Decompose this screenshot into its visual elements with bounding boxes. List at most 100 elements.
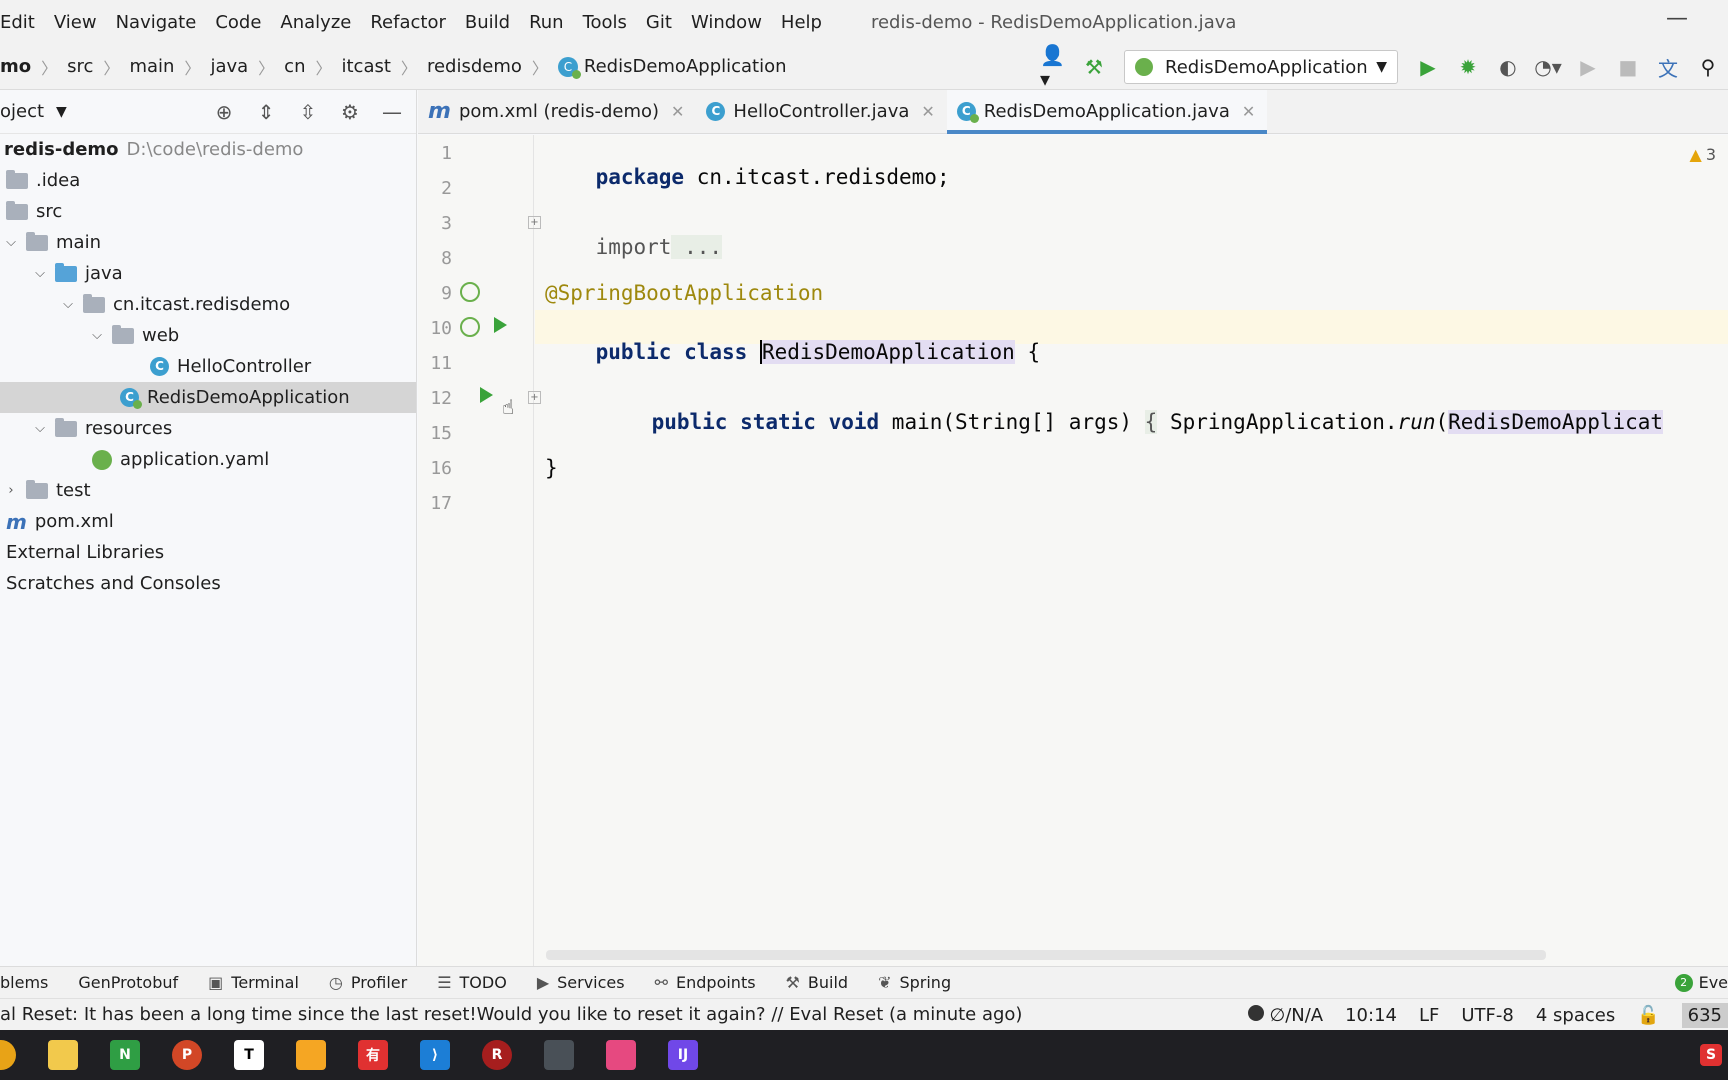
vscode-icon[interactable]: ⟩: [420, 1040, 450, 1070]
tool-endpoints[interactable]: ⚯ Endpoints: [655, 973, 756, 992]
tool-services[interactable]: ▶ Services: [537, 973, 625, 992]
folded-imports[interactable]: ...: [671, 235, 723, 259]
tab-hellocontroller[interactable]: C HelloController.java ✕: [696, 90, 946, 133]
inspection-widget[interactable]: ▲ 3: [1690, 145, 1717, 164]
debug-icon[interactable]: ✹: [1454, 53, 1482, 81]
tree-item-package[interactable]: ⌵ cn.itcast.redisdemo: [0, 289, 416, 320]
tab-redisdemoapplication[interactable]: C RedisDemoApplication.java ✕: [946, 90, 1268, 134]
caret-down-icon[interactable]: ▼: [56, 104, 67, 120]
translate-icon[interactable]: 文: [1654, 53, 1682, 81]
chevron-down-icon[interactable]: ⌵: [4, 235, 18, 250]
breadcrumb-project[interactable]: mo: [0, 56, 31, 77]
stop-icon[interactable]: ■: [1614, 53, 1642, 81]
tool-problems[interactable]: blems: [0, 973, 48, 992]
tree-item-src[interactable]: src: [0, 196, 416, 227]
expand-all-icon[interactable]: ⇕: [252, 98, 280, 126]
youdao-icon[interactable]: 有: [358, 1040, 388, 1070]
tree-item-web[interactable]: ⌵ web: [0, 320, 416, 351]
minimize-icon[interactable]: —: [1666, 6, 1688, 31]
gear-icon[interactable]: ⚙: [336, 98, 364, 126]
status-message[interactable]: al Reset: It has been a long time since …: [0, 1004, 1022, 1025]
locate-icon[interactable]: ⊕: [210, 98, 238, 126]
coverage-icon[interactable]: ◐: [1494, 53, 1522, 81]
run-icon[interactable]: ▶: [1414, 53, 1442, 81]
menu-analyze[interactable]: Analyze: [280, 12, 360, 33]
run-disabled-icon[interactable]: ▶: [1574, 53, 1602, 81]
tree-root[interactable]: redis-demo D:\code\redis-demo: [0, 134, 416, 165]
redis-desktop-icon[interactable]: R: [482, 1040, 512, 1070]
search-icon[interactable]: ⚲: [1694, 53, 1722, 81]
notepad-icon[interactable]: N: [110, 1040, 140, 1070]
horizontal-scrollbar[interactable]: [546, 950, 1546, 960]
run-configuration-select[interactable]: RedisDemoApplication ▼: [1124, 50, 1398, 84]
menu-tools[interactable]: Tools: [583, 12, 636, 33]
menu-run[interactable]: Run: [529, 12, 573, 33]
tree-item-redisdemoapplication[interactable]: C RedisDemoApplication: [0, 382, 416, 413]
tree-item-java[interactable]: ⌵ java: [0, 258, 416, 289]
tool-event-log[interactable]: 2 Eve: [1674, 973, 1728, 992]
caret-position[interactable]: 10:14: [1345, 1005, 1397, 1026]
project-view-selector[interactable]: oject: [0, 101, 44, 122]
tool-profiler[interactable]: ◷ Profiler: [329, 973, 407, 992]
tree-item-hellocontroller[interactable]: C HelloController: [0, 351, 416, 382]
tab-pom[interactable]: m pom.xml (redis-demo) ✕: [418, 90, 696, 133]
menu-navigate[interactable]: Navigate: [116, 12, 206, 33]
collapse-all-icon[interactable]: ⇳: [294, 98, 322, 126]
tool-build[interactable]: ⚒ Build: [786, 973, 849, 992]
breadcrumb-class[interactable]: RedisDemoApplication: [584, 56, 787, 77]
file-encoding[interactable]: UTF-8: [1461, 1005, 1513, 1026]
file-explorer-icon[interactable]: [48, 1040, 78, 1070]
menu-view[interactable]: View: [54, 12, 106, 33]
line-separator[interactable]: LF: [1419, 1005, 1439, 1026]
tree-item-idea[interactable]: .idea: [0, 165, 416, 196]
powerpoint-icon[interactable]: P: [172, 1040, 202, 1070]
menu-window[interactable]: Window: [691, 12, 771, 33]
menu-build[interactable]: Build: [465, 12, 519, 33]
chevron-down-icon[interactable]: ⌵: [33, 266, 47, 281]
tool-spring[interactable]: ❦ Spring: [878, 973, 951, 992]
fold-icon[interactable]: +: [528, 391, 541, 404]
indent-setting[interactable]: 4 spaces: [1536, 1005, 1615, 1026]
breadcrumb-java[interactable]: java: [210, 56, 248, 77]
tool-todo[interactable]: ☰ TODO: [437, 973, 507, 992]
menu-edit[interactable]: Edit: [0, 12, 44, 33]
breadcrumb-redisdemo[interactable]: redisdemo: [427, 56, 522, 77]
tree-item-application-yaml[interactable]: application.yaml: [0, 444, 416, 475]
tool-terminal[interactable]: ▣ Terminal: [208, 973, 299, 992]
run-gutter-icon[interactable]: [480, 387, 493, 403]
profile-icon[interactable]: ◔▾: [1534, 53, 1562, 81]
breadcrumb-main[interactable]: main: [129, 56, 174, 77]
vmware-icon[interactable]: [296, 1040, 326, 1070]
tree-item-resources[interactable]: ⌵ resources: [0, 413, 416, 444]
tree-item-scratches[interactable]: Scratches and Consoles: [0, 568, 416, 599]
menu-help[interactable]: Help: [781, 12, 831, 33]
vcs-widget[interactable]: ∅/N/A: [1247, 1004, 1323, 1026]
memory-indicator[interactable]: 635: [1681, 1002, 1728, 1028]
chevron-right-icon[interactable]: ›: [4, 483, 18, 498]
code-editor[interactable]: 1 2 3 8 9 10 11 12 15 16 17 + + package …: [418, 135, 1728, 966]
close-icon[interactable]: ✕: [671, 102, 684, 121]
folded-body[interactable]: {: [1144, 410, 1158, 434]
chevron-down-icon[interactable]: ⌵: [90, 328, 104, 343]
breadcrumb-src[interactable]: src: [67, 56, 93, 77]
tree-item-pom[interactable]: m pom.xml: [0, 506, 416, 537]
breadcrumb-itcast[interactable]: itcast: [342, 56, 391, 77]
tree-item-test[interactable]: › test: [0, 475, 416, 506]
spring-bean-icon[interactable]: [460, 282, 480, 302]
spring-bean-icon[interactable]: [460, 317, 480, 337]
typora-icon[interactable]: T: [234, 1040, 264, 1070]
pdf-icon[interactable]: [606, 1040, 636, 1070]
chrome-icon[interactable]: [0, 1040, 16, 1070]
intellij-icon[interactable]: IJ: [668, 1040, 698, 1070]
menu-git[interactable]: Git: [646, 12, 681, 33]
run-gutter-icon[interactable]: [494, 317, 507, 333]
lock-icon[interactable]: 🔓: [1637, 1005, 1659, 1026]
close-icon[interactable]: ✕: [1242, 102, 1255, 121]
hide-icon[interactable]: —: [378, 98, 406, 126]
snipaste-icon[interactable]: [544, 1040, 574, 1070]
chevron-down-icon[interactable]: ⌵: [61, 297, 75, 312]
breadcrumb-cn[interactable]: cn: [284, 56, 305, 77]
menu-refactor[interactable]: Refactor: [370, 12, 455, 33]
close-icon[interactable]: ✕: [921, 102, 934, 121]
chevron-down-icon[interactable]: ⌵: [33, 421, 47, 436]
